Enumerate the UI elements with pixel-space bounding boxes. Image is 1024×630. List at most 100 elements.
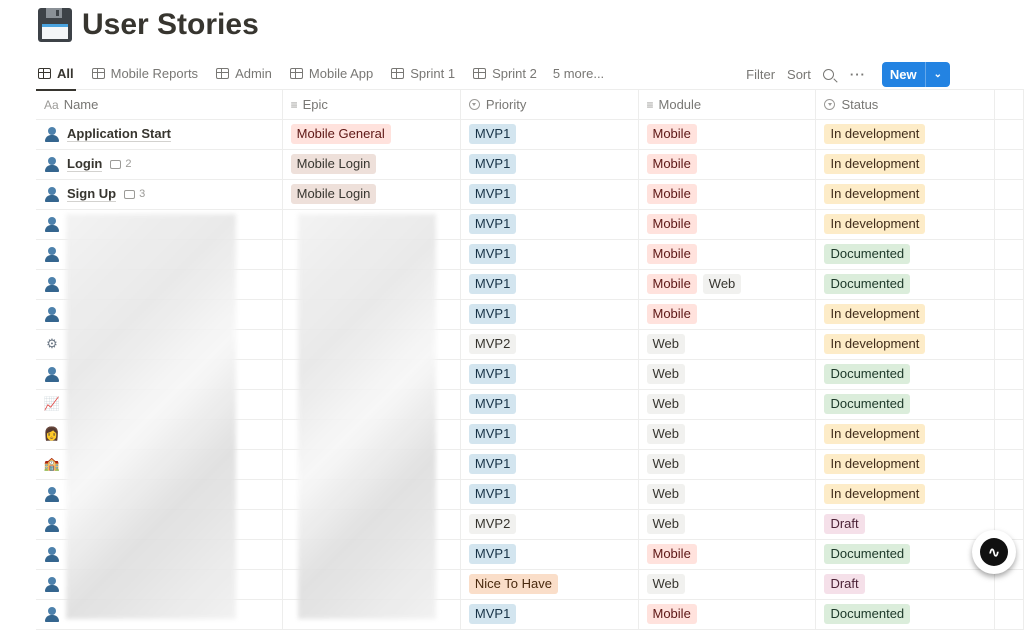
cell-priority[interactable]: MVP1 (460, 599, 639, 630)
module-tag[interactable]: Web (646, 424, 685, 444)
status-tag[interactable]: In development (824, 454, 926, 474)
cell-module[interactable]: Mobile (638, 599, 817, 630)
more-views-button[interactable]: 5 more... (553, 66, 604, 81)
cell-module[interactable]: Mobile (638, 299, 817, 330)
module-tag[interactable]: Mobile (646, 304, 697, 324)
chevron-down-icon[interactable]: ⌄ (926, 62, 950, 87)
chart-increasing-icon[interactable]: 📈 (44, 396, 60, 412)
messenger-chat-button[interactable]: ∿ (972, 530, 1016, 574)
person-icon[interactable] (44, 306, 60, 322)
cell-name[interactable]: Sign Up 3 (36, 179, 283, 210)
column-header-name[interactable]: Aa Name (36, 90, 283, 120)
person-icon[interactable] (44, 486, 60, 502)
row-title[interactable]: Sign Up (67, 186, 117, 202)
cell-priority[interactable]: MVP1 (460, 209, 639, 240)
cell-extra[interactable] (994, 329, 1024, 360)
cell-extra[interactable] (994, 449, 1024, 480)
priority-tag[interactable]: MVP1 (468, 184, 517, 204)
status-tag[interactable]: Documented (824, 364, 911, 384)
cell-module[interactable]: Mobile (638, 119, 817, 150)
cell-status[interactable]: In development (815, 419, 995, 450)
cell-module[interactable]: Mobile (638, 239, 817, 270)
cell-extra[interactable] (994, 179, 1024, 210)
priority-tag[interactable]: MVP1 (468, 274, 517, 294)
floppy-disk-icon[interactable] (38, 8, 72, 42)
tab-admin[interactable]: Admin (214, 58, 274, 90)
priority-tag[interactable]: MVP1 (468, 364, 517, 384)
cell-status[interactable]: In development (815, 449, 995, 480)
cell-epic[interactable]: Mobile Login (282, 149, 461, 180)
school-icon[interactable]: 🏫 (44, 456, 60, 472)
cell-status[interactable]: Draft (815, 509, 995, 540)
cell-status[interactable]: Documented (815, 269, 995, 300)
cell-extra[interactable] (994, 569, 1024, 600)
cell-priority[interactable]: MVP1 (460, 239, 639, 270)
module-tag[interactable]: Mobile (646, 604, 697, 624)
cell-status[interactable]: In development (815, 299, 995, 330)
cell-epic[interactable]: Mobile General (282, 119, 461, 150)
status-tag[interactable]: In development (824, 184, 926, 204)
module-tag[interactable]: Web (646, 334, 685, 354)
cell-priority[interactable]: MVP1 (460, 149, 639, 180)
cell-module[interactable]: Web (638, 449, 817, 480)
tab-mobile-reports[interactable]: Mobile Reports (90, 58, 200, 90)
cell-extra[interactable] (994, 389, 1024, 420)
person-icon[interactable] (44, 216, 60, 232)
priority-tag[interactable]: MVP1 (468, 604, 517, 624)
priority-tag[interactable]: MVP2 (468, 514, 517, 534)
table-row[interactable]: Application Start Mobile General MVP1 Mobil… (36, 119, 1024, 150)
priority-tag[interactable]: MVP1 (468, 484, 517, 504)
priority-tag[interactable]: MVP1 (468, 304, 517, 324)
new-button-label[interactable]: New (882, 61, 926, 87)
cell-priority[interactable]: MVP1 (460, 419, 639, 450)
cell-priority[interactable]: MVP1 (460, 269, 639, 300)
cell-module[interactable]: Mobile (638, 179, 817, 210)
cell-status[interactable]: In development (815, 179, 995, 210)
status-tag[interactable]: In development (824, 334, 926, 354)
tab-mobile-app[interactable]: Mobile App (288, 58, 375, 90)
cell-extra[interactable] (994, 239, 1024, 270)
cell-priority[interactable]: MVP2 (460, 329, 639, 360)
status-tag[interactable]: In development (824, 154, 926, 174)
person-icon[interactable] (44, 276, 60, 292)
module-tag[interactable]: Mobile (646, 154, 697, 174)
module-tag[interactable]: Web (646, 574, 685, 594)
table-row[interactable]: Login 2 Mobile Login MVP1 Mobile In developme… (36, 149, 1024, 180)
module-tag[interactable]: Mobile (646, 244, 697, 264)
cell-module[interactable]: Mobile (638, 209, 817, 240)
row-title[interactable]: Login (67, 156, 103, 172)
cell-status[interactable]: Documented (815, 359, 995, 390)
cell-module[interactable]: Mobile (638, 539, 817, 570)
module-tag[interactable]: Web (646, 484, 685, 504)
module-tag[interactable]: Web (646, 364, 685, 384)
cell-status[interactable]: In development (815, 479, 995, 510)
cell-epic[interactable]: Mobile Login (282, 179, 461, 210)
cell-priority[interactable]: MVP2 (460, 509, 639, 540)
cell-module[interactable]: Web (638, 479, 817, 510)
gear-icon[interactable]: ⚙ (44, 336, 60, 352)
status-tag[interactable]: In development (824, 304, 926, 324)
person-icon[interactable] (44, 606, 60, 622)
module-tag[interactable]: Web (646, 394, 685, 414)
cell-status[interactable]: In development (815, 119, 995, 150)
cell-priority[interactable]: MVP1 (460, 179, 639, 210)
epic-tag[interactable]: Mobile General (290, 124, 391, 144)
module-tag[interactable]: Mobile (646, 124, 697, 144)
cell-extra[interactable] (994, 209, 1024, 240)
cell-module[interactable]: Web (638, 359, 817, 390)
cell-priority[interactable]: MVP1 (460, 119, 639, 150)
sort-button[interactable]: Sort (787, 67, 811, 82)
module-tag[interactable]: Web (646, 454, 685, 474)
cell-status[interactable]: Documented (815, 239, 995, 270)
search-icon[interactable] (822, 68, 834, 80)
person-icon[interactable] (44, 246, 60, 262)
priority-tag[interactable]: MVP1 (468, 124, 517, 144)
cell-priority[interactable]: MVP1 (460, 359, 639, 390)
cell-name[interactable]: Login 2 (36, 149, 283, 180)
priority-tag[interactable]: Nice To Have (468, 574, 558, 594)
status-tag[interactable]: Documented (824, 244, 911, 264)
cell-extra[interactable] (994, 149, 1024, 180)
module-tag[interactable]: Web (646, 514, 685, 534)
cell-status[interactable]: Documented (815, 599, 995, 630)
cell-status[interactable]: Documented (815, 389, 995, 420)
